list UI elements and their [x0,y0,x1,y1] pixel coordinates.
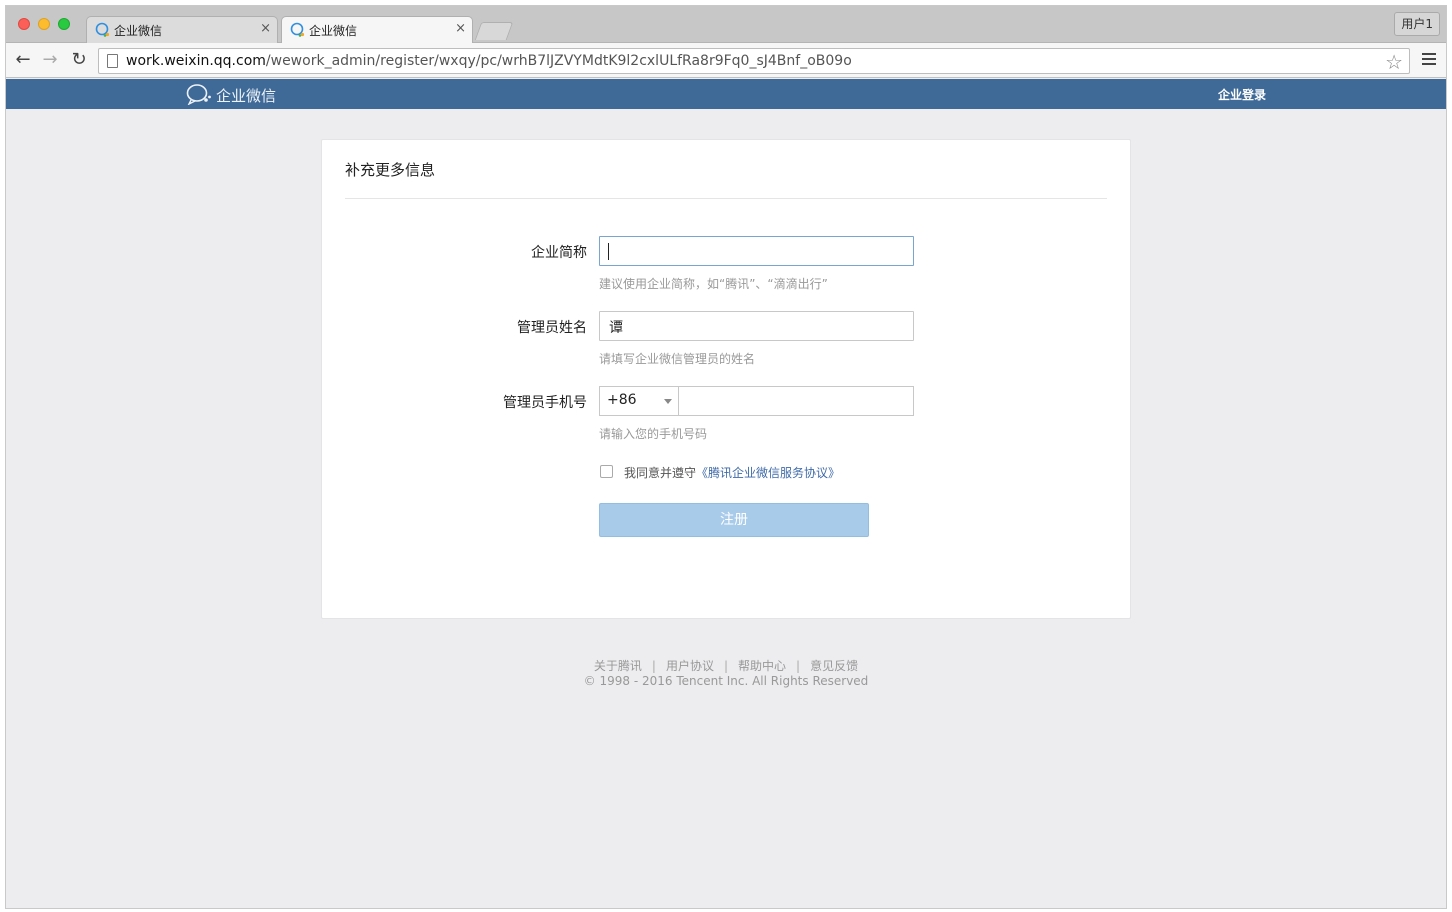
tab-close-icon[interactable]: × [455,21,466,36]
admin-name-input[interactable]: 谭 [599,311,914,341]
footer-link-help[interactable]: 帮助中心 [738,659,786,673]
browser-tab-2[interactable]: 企业微信 × [281,16,473,43]
company-name-input[interactable] [599,236,914,266]
close-window-button[interactable] [18,18,30,30]
footer-separator: | [796,659,801,673]
maximize-window-button[interactable] [58,18,70,30]
company-name-hint: 建议使用企业简称，如“腾讯”、“滴滴出行” [599,277,828,291]
copyright-text: © 1998 - 2016 Tencent Inc. All Rights Re… [583,674,869,688]
phone-number-input[interactable] [678,386,914,416]
page-icon [107,54,118,68]
url-host: work.weixin.qq.com [126,53,266,69]
footer-links: 关于腾讯 | 用户协议 | 帮助中心 | 意见反馈 [6,657,1446,674]
new-tab-button[interactable] [474,22,514,40]
agreement-checkbox[interactable] [600,465,613,478]
agreement-text: 我同意并遵守《腾讯企业微信服务协议》 [624,464,840,481]
admin-name-hint: 请填写企业微信管理员的姓名 [599,352,756,366]
tab-strip: 企业微信 × 企业微信 × 用户1 [6,6,1446,43]
tab-title: 企业微信 [309,24,358,38]
browser-window: 企业微信 × 企业微信 × 用户1 ← → ↻ work.weixin.qq.c… [6,6,1446,908]
country-code-value: +86 [607,392,637,408]
browser-menu-icon[interactable] [1422,53,1436,67]
profile-button[interactable]: 用户1 [1394,12,1440,36]
footer-link-feedback[interactable]: 意见反馈 [810,659,858,673]
country-code-select[interactable]: +86 [599,386,679,416]
url-text[interactable]: work.weixin.qq.com/wework_admin/register… [126,53,852,69]
title-divider [345,198,1107,199]
admin-phone-label: 管理员手机号 [503,395,587,411]
url-path: /wework_admin/register/wxqy/pc/wrhB7lJZV… [265,53,852,69]
chevron-down-icon [664,399,672,404]
browser-tab-1[interactable]: 企业微信 × [86,16,278,43]
service-agreement-link[interactable]: 《腾讯企业微信服务协议》 [696,466,840,480]
reload-icon[interactable]: ↻ [69,50,89,70]
footer-separator: | [723,659,729,673]
back-arrow-icon[interactable]: ← [13,50,33,70]
footer-separator: | [651,659,656,673]
address-bar[interactable]: work.weixin.qq.com/wework_admin/register… [98,48,1410,74]
register-card: 补充更多信息 企业简称 建议使用企业简称，如“腾讯”、“滴滴出行” 管理员姓名 … [321,139,1131,619]
footer-link-user-agreement[interactable]: 用户协议 [666,659,714,673]
browser-toolbar: ← → ↻ work.weixin.qq.com/wework_admin/re… [6,43,1446,78]
register-button[interactable]: 注册 [599,503,869,537]
minimize-window-button[interactable] [38,18,50,30]
tab-close-icon[interactable]: × [260,21,271,36]
company-name-label: 企业简称 [531,245,587,261]
text-caret [608,243,609,260]
agreement-label: 我同意并遵守 [624,466,697,480]
admin-name-value: 谭 [609,320,623,336]
wework-favicon-icon [95,22,110,37]
footer-link-about[interactable]: 关于腾讯 [594,659,642,673]
admin-phone-hint: 请输入您的手机号码 [599,427,708,441]
page-title: 补充更多信息 [345,161,436,179]
tab-title: 企业微信 [114,24,163,38]
forward-arrow-icon[interactable]: → [40,50,60,70]
wework-favicon-icon [290,22,305,37]
brand-name: 企业微信 [216,87,277,105]
site-header: 企业微信 企业登录 [6,79,1446,109]
wework-logo-icon [186,84,211,105]
bookmark-star-icon[interactable]: ☆ [1385,50,1403,74]
enterprise-login-link[interactable]: 企业登录 [1218,86,1266,103]
admin-name-label: 管理员姓名 [517,320,587,336]
